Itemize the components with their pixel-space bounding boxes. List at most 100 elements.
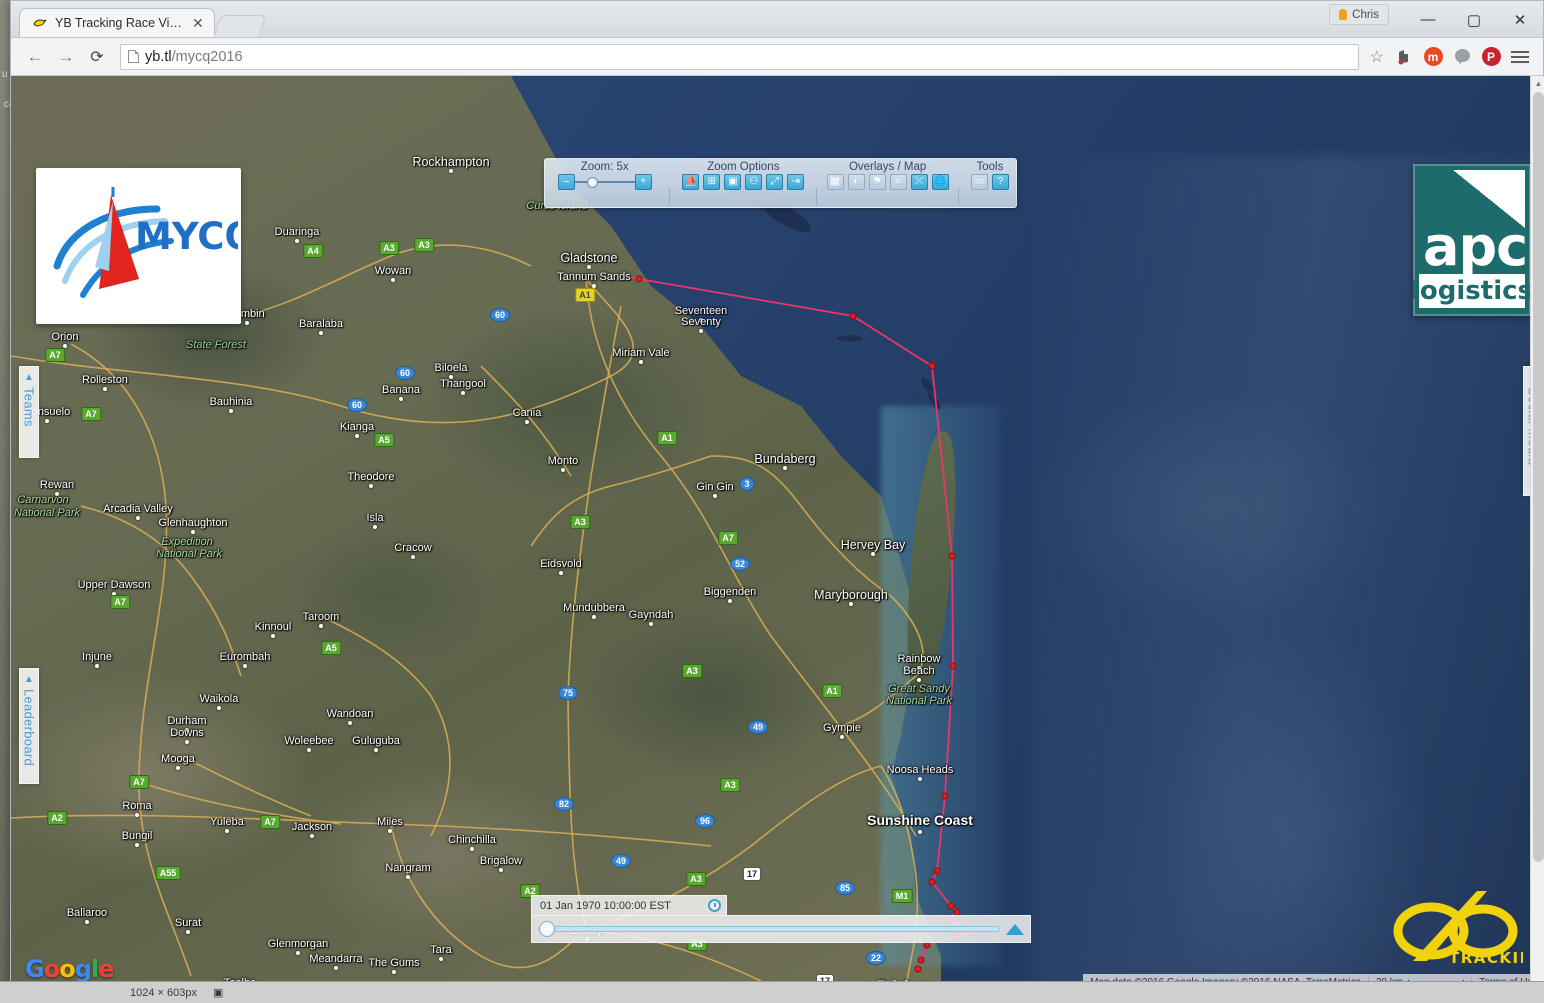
browser-titlebar: YB Tracking Race Viewer - ✕ Chris — ▢ ✕ [11, 1, 1543, 38]
zoom-to-fleet-icon[interactable]: ⛵ [682, 174, 700, 190]
timeline-slider-bar[interactable] [531, 915, 1031, 943]
reload-button[interactable]: ⟳ [83, 44, 111, 70]
bookmark-star-icon[interactable]: ☆ [1370, 47, 1384, 67]
maximize-button[interactable]: ▢ [1451, 1, 1497, 38]
timeline-timestamp: 01 Jan 1970 10:00:00 EST [540, 899, 671, 912]
google-logo: Google [25, 955, 114, 983]
weather-overlay-icon[interactable]: ≈ [889, 174, 907, 190]
sidebar-tab-leaderboard[interactable]: ▲ Leaderboard [19, 668, 39, 784]
road-shield: 60 [346, 398, 368, 412]
chrome-menu-button[interactable] [1507, 44, 1533, 70]
grid-overlay-icon-glyph: ▦ [830, 176, 840, 187]
address-bar-url: yb.tl/mycq2016 [145, 49, 243, 65]
road-shield: A7 [129, 775, 149, 789]
apc-wordmark: apc [1423, 215, 1528, 278]
expand-icon[interactable]: ⤢ [766, 174, 784, 190]
road-shield: A3 [682, 664, 702, 678]
scrollbar-thumb[interactable] [1533, 92, 1544, 862]
timeline-control[interactable]: 01 Jan 1970 10:00:00 EST [531, 895, 1031, 943]
zoom-group: Zoom: 5x – + [545, 161, 664, 207]
tab-strip: YB Tracking Race Viewer - ✕ [19, 8, 267, 37]
zoom-out-button[interactable]: – [557, 174, 575, 190]
road-shield: A1 [575, 288, 595, 302]
overlays-map-row[interactable]: ▦ ◐ ⚑ ≈ ⤬ 🌐 [826, 174, 949, 190]
timeline-play-button[interactable] [1006, 923, 1024, 935]
ruler-tool-icon-glyph: ▭ [974, 176, 985, 187]
road-shield: A3 [686, 872, 706, 886]
course-marks-icon[interactable]: ⚑ [868, 174, 886, 190]
page-scrollbar[interactable]: ▲ ▼ [1530, 76, 1544, 991]
zoom-in-button[interactable]: + [634, 174, 652, 190]
tab-close-icon[interactable]: ✕ [190, 16, 206, 30]
yb-map-toolbar[interactable]: Zoom: 5x – + Zoom Options ⛵ ⊞ ▣ ⚇ ⤢ ⇥ Overlay… [544, 158, 1017, 208]
road-shield: 75 [557, 686, 579, 700]
zoom-slider-knob[interactable] [586, 176, 598, 188]
yb-tracking-wordmark: TRACKING [1449, 949, 1523, 967]
tools-row[interactable]: ▭? [970, 174, 1009, 190]
map-type-icon[interactable]: 🌐 [931, 174, 949, 190]
follow-icon[interactable]: ⇥ [787, 174, 805, 190]
mycq-logo-card: MYCQ [36, 168, 241, 324]
road-shield: A1 [657, 431, 677, 445]
road-shield: A55 [155, 866, 181, 880]
timeline-slider-track[interactable] [538, 921, 1000, 937]
grid-overlay-icon[interactable]: ▦ [826, 174, 844, 190]
back-button[interactable]: ← [21, 44, 49, 70]
follow-icon-glyph: ⇥ [791, 176, 801, 187]
user-avatar-icon [1339, 9, 1348, 20]
toolbar-divider [816, 188, 818, 205]
road-shield: A3 [720, 778, 740, 792]
taskbar-item-window[interactable]: ▣ [213, 986, 223, 999]
tools-group: Tools ▭? [964, 161, 1016, 207]
close-button[interactable]: ✕ [1497, 1, 1543, 38]
zoom-out-glyph: – [563, 176, 569, 187]
day-night-overlay-icon[interactable]: ◐ [847, 174, 865, 190]
window-controls: — ▢ ✕ [1405, 1, 1543, 38]
zoom-options-title: Zoom Options [707, 161, 780, 173]
zoom-in-box-icon[interactable]: ⊞ [703, 174, 721, 190]
zoom-options-row[interactable]: ⛵ ⊞ ▣ ⚇ ⤢ ⇥ [682, 174, 805, 190]
new-tab-button[interactable] [213, 15, 267, 37]
browser-tab[interactable]: YB Tracking Race Viewer - ✕ [19, 8, 215, 37]
user-name-label: Chris [1352, 8, 1379, 21]
road-shield: A2 [47, 811, 67, 825]
sidebar-tab-teams[interactable]: ▲ Teams [19, 366, 39, 458]
clock-icon[interactable] [708, 899, 721, 912]
user-profile-chip[interactable]: Chris [1329, 4, 1389, 25]
hangouts-extension-icon[interactable] [1449, 44, 1475, 70]
help-icon[interactable]: ? [991, 174, 1009, 190]
day-night-overlay-icon-glyph: ◐ [853, 176, 860, 187]
tab-title: YB Tracking Race Viewer - [55, 16, 183, 30]
minimize-button[interactable]: — [1405, 1, 1451, 38]
road-shield: 3 [739, 477, 755, 491]
road-shield: A7 [45, 348, 65, 362]
zoom-to-fleet-icon-glyph: ⛵ [684, 176, 698, 187]
zoom-to-selection-icon[interactable]: ▣ [724, 174, 742, 190]
road-shield: A3 [379, 241, 399, 255]
pinterest-extension-icon[interactable]: P [1478, 44, 1504, 70]
zoom-to-teams-icon[interactable]: ⚇ [745, 174, 763, 190]
road-shield: A4 [303, 244, 323, 258]
ruler-tool-icon[interactable]: ▭ [970, 174, 988, 190]
browser-toolbar: ← → ⟳ yb.tl/mycq2016 ☆ m P [11, 38, 1543, 76]
leaderboard-tab-label: Leaderboard [21, 689, 37, 767]
forward-button[interactable]: → [52, 44, 80, 70]
evernote-extension-icon[interactable] [1391, 44, 1417, 70]
zoom-slider-row[interactable]: – + [557, 174, 652, 190]
scroll-up-arrow-icon[interactable]: ▲ [1531, 76, 1544, 91]
url-path: /mycq2016 [171, 48, 243, 65]
road-shield: A1 [822, 684, 842, 698]
os-taskbar[interactable]: 1024 × 603px ▣ [0, 981, 1544, 1003]
map-viewport[interactable]: RockhamptonCurtis IslandGladstoneTannum … [11, 76, 1544, 991]
road-shield: 17 [742, 867, 762, 881]
zoom-slider-track[interactable] [574, 181, 637, 183]
zoom-in-box-icon-glyph: ⊞ [707, 176, 717, 187]
address-bar[interactable]: yb.tl/mycq2016 [120, 43, 1359, 70]
hamburger-menu-icon [1511, 50, 1529, 63]
tracks-overlay-icon[interactable]: ⤬ [910, 174, 928, 190]
map-type-icon-glyph: 🌐 [933, 176, 947, 187]
stumbleupon-extension-icon[interactable]: m [1420, 44, 1446, 70]
url-host: yb.tl [145, 48, 172, 65]
tools-title: Tools [976, 161, 1004, 173]
timeline-slider-knob[interactable] [539, 921, 555, 937]
